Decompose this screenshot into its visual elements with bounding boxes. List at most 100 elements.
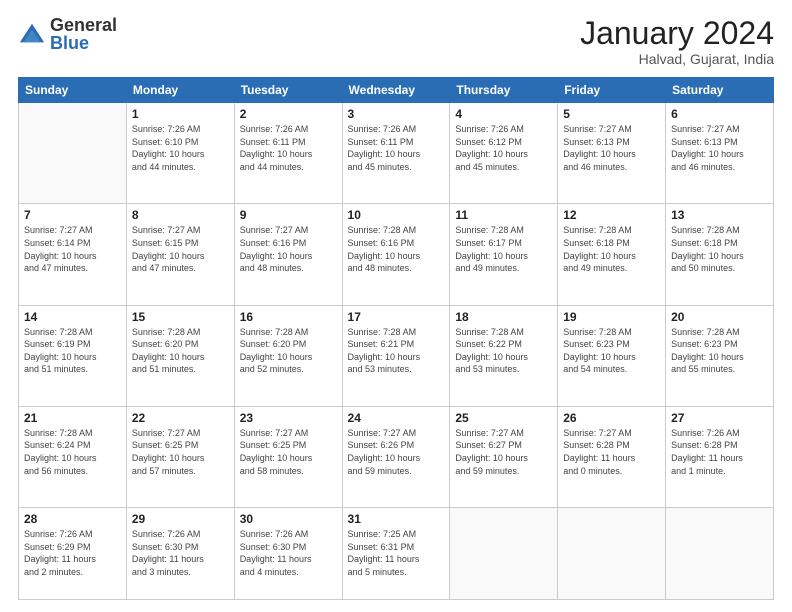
table-row: 26 Sunrise: 7:27 AM Sunset: 6:28 PM Dayli…: [558, 406, 666, 507]
day-number: 23: [240, 411, 337, 425]
day-number: 19: [563, 310, 660, 324]
day-info: Sunrise: 7:26 AM Sunset: 6:10 PM Dayligh…: [132, 123, 229, 173]
day-info: Sunrise: 7:26 AM Sunset: 6:11 PM Dayligh…: [348, 123, 445, 173]
day-number: 15: [132, 310, 229, 324]
col-sunday: Sunday: [19, 78, 127, 103]
table-row: 31 Sunrise: 7:25 AM Sunset: 6:31 PM Dayli…: [342, 507, 450, 599]
day-info: Sunrise: 7:27 AM Sunset: 6:14 PM Dayligh…: [24, 224, 121, 274]
table-row: 25Sunrise: 7:27 AM Sunset: 6:27 PM Dayli…: [450, 406, 558, 507]
day-number: 25: [455, 411, 552, 425]
day-number: 31: [348, 512, 445, 526]
table-row: 2Sunrise: 7:26 AM Sunset: 6:11 PM Daylig…: [234, 103, 342, 204]
day-info: Sunrise: 7:27 AM Sunset: 6:25 PM Dayligh…: [240, 427, 337, 477]
table-row: 16 Sunrise: 7:28 AM Sunset: 6:20 PM Dayli…: [234, 305, 342, 406]
table-row: 8 Sunrise: 7:27 AM Sunset: 6:15 PM Daylig…: [126, 204, 234, 305]
day-number: 29: [132, 512, 229, 526]
logo-general-text: General: [50, 16, 117, 34]
day-number: 28: [24, 512, 121, 526]
day-number: 8: [132, 208, 229, 222]
day-number: 10: [348, 208, 445, 222]
table-row: 15 Sunrise: 7:28 AM Sunset: 6:20 PM Dayli…: [126, 305, 234, 406]
calendar-header-row: Sunday Monday Tuesday Wednesday Thursday…: [19, 78, 774, 103]
day-number: 7: [24, 208, 121, 222]
calendar-table: Sunday Monday Tuesday Wednesday Thursday…: [18, 77, 774, 600]
col-friday: Friday: [558, 78, 666, 103]
day-info: Sunrise: 7:27 AM Sunset: 6:13 PM Dayligh…: [563, 123, 660, 173]
table-row: 28 Sunrise: 7:26 AM Sunset: 6:29 PM Dayli…: [19, 507, 127, 599]
day-number: 30: [240, 512, 337, 526]
day-info: Sunrise: 7:28 AM Sunset: 6:24 PM Dayligh…: [24, 427, 121, 477]
table-row: [19, 103, 127, 204]
table-row: [558, 507, 666, 599]
day-number: 18: [455, 310, 552, 324]
day-number: 13: [671, 208, 768, 222]
calendar-title: January 2024: [580, 16, 774, 51]
day-number: 27: [671, 411, 768, 425]
table-row: 14Sunrise: 7:28 AM Sunset: 6:19 PM Dayli…: [19, 305, 127, 406]
day-info: Sunrise: 7:28 AM Sunset: 6:17 PM Dayligh…: [455, 224, 552, 274]
day-info: Sunrise: 7:27 AM Sunset: 6:25 PM Dayligh…: [132, 427, 229, 477]
table-row: 11Sunrise: 7:28 AM Sunset: 6:17 PM Dayli…: [450, 204, 558, 305]
table-row: 19 Sunrise: 7:28 AM Sunset: 6:23 PM Dayli…: [558, 305, 666, 406]
day-info: Sunrise: 7:28 AM Sunset: 6:20 PM Dayligh…: [132, 326, 229, 376]
table-row: 4Sunrise: 7:26 AM Sunset: 6:12 PM Daylig…: [450, 103, 558, 204]
table-row: 29 Sunrise: 7:26 AM Sunset: 6:30 PM Dayli…: [126, 507, 234, 599]
table-row: 24 Sunrise: 7:27 AM Sunset: 6:26 PM Dayli…: [342, 406, 450, 507]
calendar-subtitle: Halvad, Gujarat, India: [580, 51, 774, 67]
day-info: Sunrise: 7:27 AM Sunset: 6:15 PM Dayligh…: [132, 224, 229, 274]
day-number: 2: [240, 107, 337, 121]
day-info: Sunrise: 7:27 AM Sunset: 6:28 PM Dayligh…: [563, 427, 660, 477]
day-number: 16: [240, 310, 337, 324]
day-number: 21: [24, 411, 121, 425]
table-row: 21 Sunrise: 7:28 AM Sunset: 6:24 PM Dayli…: [19, 406, 127, 507]
day-info: Sunrise: 7:28 AM Sunset: 6:21 PM Dayligh…: [348, 326, 445, 376]
table-row: 23 Sunrise: 7:27 AM Sunset: 6:25 PM Dayli…: [234, 406, 342, 507]
day-info: Sunrise: 7:26 AM Sunset: 6:30 PM Dayligh…: [240, 528, 337, 578]
day-number: 4: [455, 107, 552, 121]
day-number: 24: [348, 411, 445, 425]
table-row: 10Sunrise: 7:28 AM Sunset: 6:16 PM Dayli…: [342, 204, 450, 305]
day-info: Sunrise: 7:26 AM Sunset: 6:29 PM Dayligh…: [24, 528, 121, 578]
table-row: 9Sunrise: 7:27 AM Sunset: 6:16 PM Daylig…: [234, 204, 342, 305]
table-row: [666, 507, 774, 599]
day-info: Sunrise: 7:28 AM Sunset: 6:23 PM Dayligh…: [563, 326, 660, 376]
day-info: Sunrise: 7:28 AM Sunset: 6:18 PM Dayligh…: [671, 224, 768, 274]
table-row: 22Sunrise: 7:27 AM Sunset: 6:25 PM Dayli…: [126, 406, 234, 507]
table-row: 3 Sunrise: 7:26 AM Sunset: 6:11 PM Daylig…: [342, 103, 450, 204]
day-number: 20: [671, 310, 768, 324]
day-number: 14: [24, 310, 121, 324]
col-tuesday: Tuesday: [234, 78, 342, 103]
day-number: 17: [348, 310, 445, 324]
day-number: 1: [132, 107, 229, 121]
day-number: 26: [563, 411, 660, 425]
table-row: 20 Sunrise: 7:28 AM Sunset: 6:23 PM Dayli…: [666, 305, 774, 406]
title-block: January 2024 Halvad, Gujarat, India: [580, 16, 774, 67]
day-info: Sunrise: 7:28 AM Sunset: 6:20 PM Dayligh…: [240, 326, 337, 376]
day-info: Sunrise: 7:28 AM Sunset: 6:22 PM Dayligh…: [455, 326, 552, 376]
logo: General Blue: [18, 16, 117, 52]
table-row: 12 Sunrise: 7:28 AM Sunset: 6:18 PM Dayli…: [558, 204, 666, 305]
day-number: 9: [240, 208, 337, 222]
col-thursday: Thursday: [450, 78, 558, 103]
header: General Blue January 2024 Halvad, Gujara…: [18, 16, 774, 67]
day-info: Sunrise: 7:28 AM Sunset: 6:18 PM Dayligh…: [563, 224, 660, 274]
day-number: 5: [563, 107, 660, 121]
logo-icon: [18, 20, 46, 48]
col-saturday: Saturday: [666, 78, 774, 103]
logo-blue-text: Blue: [50, 34, 117, 52]
day-info: Sunrise: 7:26 AM Sunset: 6:30 PM Dayligh…: [132, 528, 229, 578]
day-info: Sunrise: 7:27 AM Sunset: 6:13 PM Dayligh…: [671, 123, 768, 173]
col-wednesday: Wednesday: [342, 78, 450, 103]
table-row: 18 Sunrise: 7:28 AM Sunset: 6:22 PM Dayli…: [450, 305, 558, 406]
logo-text: General Blue: [50, 16, 117, 52]
day-info: Sunrise: 7:27 AM Sunset: 6:26 PM Dayligh…: [348, 427, 445, 477]
day-info: Sunrise: 7:28 AM Sunset: 6:23 PM Dayligh…: [671, 326, 768, 376]
day-info: Sunrise: 7:25 AM Sunset: 6:31 PM Dayligh…: [348, 528, 445, 578]
day-number: 3: [348, 107, 445, 121]
table-row: 7 Sunrise: 7:27 AM Sunset: 6:14 PM Daylig…: [19, 204, 127, 305]
table-row: 30 Sunrise: 7:26 AM Sunset: 6:30 PM Dayli…: [234, 507, 342, 599]
table-row: 17 Sunrise: 7:28 AM Sunset: 6:21 PM Dayli…: [342, 305, 450, 406]
day-number: 12: [563, 208, 660, 222]
calendar-page: General Blue January 2024 Halvad, Gujara…: [0, 0, 792, 612]
table-row: 13 Sunrise: 7:28 AM Sunset: 6:18 PM Dayli…: [666, 204, 774, 305]
